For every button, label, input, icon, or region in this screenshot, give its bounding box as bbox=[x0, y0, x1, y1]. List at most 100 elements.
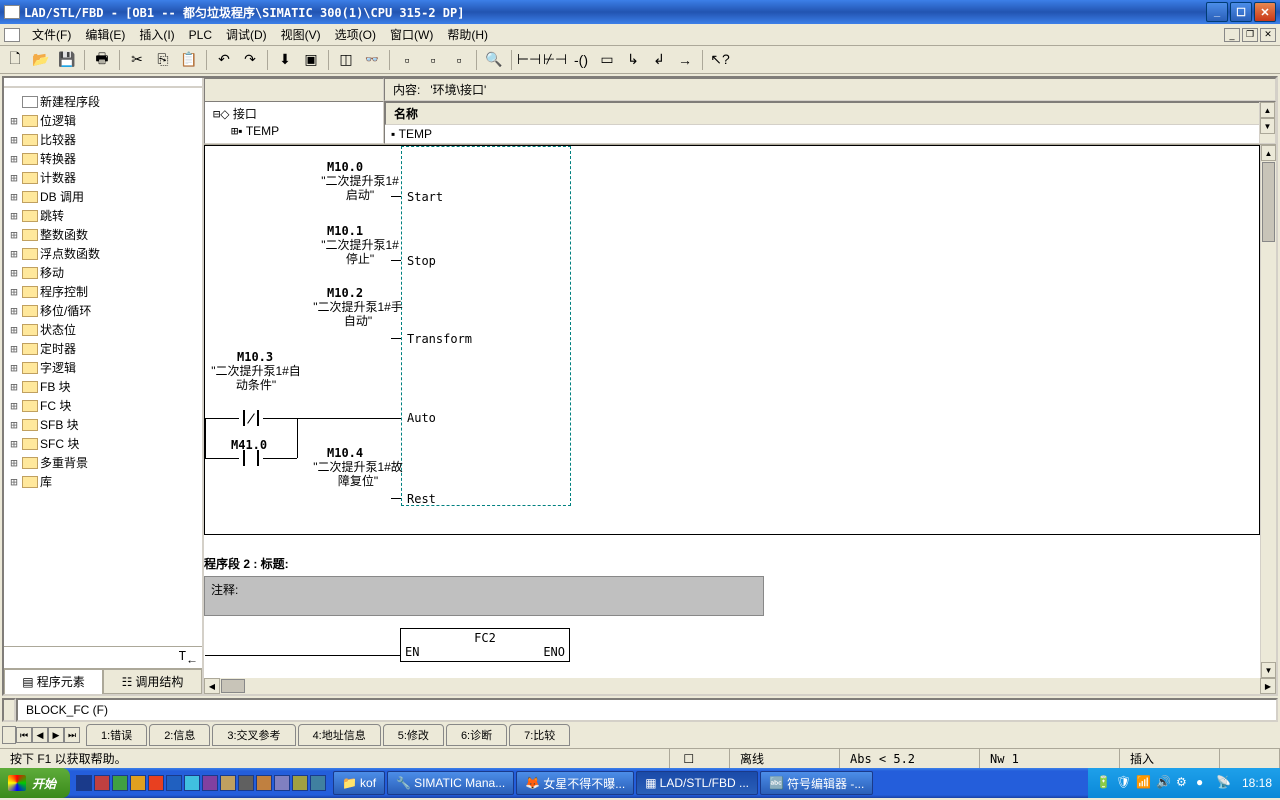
glasses-icon[interactable]: 👓 bbox=[361, 49, 383, 71]
network-button[interactable]: ◫ bbox=[335, 49, 357, 71]
ql-icon-10[interactable] bbox=[238, 775, 254, 791]
tab-prev-icon[interactable]: ◀ bbox=[32, 727, 48, 743]
tree-item[interactable]: ⊞浮点数函数 bbox=[8, 244, 198, 263]
task-simatic[interactable]: 🔧 SIMATIC Mana... bbox=[387, 771, 514, 795]
box-icon[interactable]: ▭ bbox=[596, 49, 618, 71]
scroll-left-icon[interactable]: ◀ bbox=[204, 678, 220, 694]
copy-button[interactable]: ⎘ bbox=[152, 49, 174, 71]
message-tab[interactable]: 1:错误 bbox=[86, 724, 147, 746]
tree-item[interactable]: ⊞FB 块 bbox=[8, 377, 198, 396]
scroll-up-icon[interactable]: ▲ bbox=[1260, 102, 1275, 118]
tree-item[interactable]: ⊞比较器 bbox=[8, 130, 198, 149]
tree-item[interactable]: ⊞整数函数 bbox=[8, 225, 198, 244]
contact-open-icon[interactable]: ⊢⊣ bbox=[518, 49, 540, 71]
download-button[interactable]: ⬇ bbox=[274, 49, 296, 71]
ql-icon-13[interactable] bbox=[292, 775, 308, 791]
start-button[interactable]: 开始 bbox=[0, 768, 70, 798]
menu-debug[interactable]: 调试(D) bbox=[220, 24, 273, 45]
menu-view[interactable]: 视图(V) bbox=[275, 24, 327, 45]
tree-item[interactable]: ⊞程序控制 bbox=[8, 282, 198, 301]
menu-file[interactable]: 文件(F) bbox=[26, 24, 77, 45]
ladder-editor[interactable]: M10.0 "二次提升泵1#启动" Start M10.1 "二次提升泵1#停止… bbox=[204, 145, 1276, 678]
message-tab[interactable]: 5:修改 bbox=[383, 724, 444, 746]
tree-item[interactable]: ⊞转换器 bbox=[8, 149, 198, 168]
scrollbar-vertical[interactable]: ▲ ▼ bbox=[1259, 102, 1275, 143]
editor-scrollbar-horizontal[interactable]: ◀ ▶ bbox=[204, 678, 1276, 694]
open-button[interactable]: 📂 bbox=[30, 49, 52, 71]
tree-new-segment[interactable]: 新建程序段 bbox=[8, 92, 198, 111]
tree-item[interactable]: ⊞SFB 块 bbox=[8, 415, 198, 434]
segment-2-comment[interactable]: 注释: bbox=[204, 576, 764, 616]
ql-icon-7[interactable] bbox=[184, 775, 200, 791]
tree-item[interactable]: ⊞SFC 块 bbox=[8, 434, 198, 453]
message-tab[interactable]: 6:诊断 bbox=[446, 724, 507, 746]
contact-open[interactable] bbox=[239, 450, 263, 466]
ql-icon-9[interactable] bbox=[220, 775, 236, 791]
tree-item[interactable]: ⊞DB 调用 bbox=[8, 187, 198, 206]
program-elements-tree[interactable]: 新建程序段 ⊞位逻辑⊞比较器⊞转换器⊞计数器⊞DB 调用⊞跳转⊞整数函数⊞浮点数… bbox=[4, 88, 202, 646]
message-tab[interactable]: 3:交叉参考 bbox=[212, 724, 295, 746]
minimize-button[interactable]: _ bbox=[1206, 2, 1228, 22]
task-firefox[interactable]: 🦊 女星不得不曝... bbox=[516, 771, 634, 795]
menu-help[interactable]: 帮助(H) bbox=[441, 24, 494, 45]
block2-button[interactable]: ▫ bbox=[422, 49, 444, 71]
ql-icon-5[interactable] bbox=[148, 775, 164, 791]
message-tab[interactable]: 7:比较 bbox=[509, 724, 570, 746]
editor-scrollbar-vertical[interactable]: ▲ ▼ bbox=[1260, 145, 1276, 678]
tab-first-icon[interactable]: ⏮ bbox=[16, 727, 32, 743]
undo-button[interactable]: ↶ bbox=[213, 49, 235, 71]
menu-insert[interactable]: 插入(I) bbox=[133, 24, 180, 45]
save-button[interactable]: 💾 bbox=[56, 49, 78, 71]
ql-icon-8[interactable] bbox=[202, 775, 218, 791]
maximize-button[interactable]: ☐ bbox=[1230, 2, 1252, 22]
close-button[interactable]: ✕ bbox=[1254, 2, 1276, 22]
tree-item[interactable]: ⊞跳转 bbox=[8, 206, 198, 225]
tree-item[interactable]: ⊞位逻辑 bbox=[8, 111, 198, 130]
scroll-down-icon[interactable]: ▼ bbox=[1261, 662, 1276, 678]
scroll-up-icon[interactable]: ▲ bbox=[1261, 145, 1276, 161]
block3-button[interactable]: ▫ bbox=[448, 49, 470, 71]
ql-icon-4[interactable] bbox=[130, 775, 146, 791]
tray-icon-4[interactable]: 🔊 bbox=[1156, 775, 1172, 791]
mdi-close-button[interactable]: ✕ bbox=[1260, 28, 1276, 42]
tab-next-icon[interactable]: ▶ bbox=[48, 727, 64, 743]
tree-item[interactable]: ⊞FC 块 bbox=[8, 396, 198, 415]
ql-icon-2[interactable] bbox=[94, 775, 110, 791]
block-button[interactable]: ▫ bbox=[396, 49, 418, 71]
connector-icon[interactable]: → bbox=[674, 49, 696, 71]
block-fc-field[interactable]: BLOCK_FC (F) bbox=[16, 698, 1278, 722]
tree-item[interactable]: ⊞定时器 bbox=[8, 339, 198, 358]
redo-button[interactable]: ↷ bbox=[239, 49, 261, 71]
fc2-block[interactable]: FC2 EN ENO bbox=[400, 628, 570, 662]
menu-edit[interactable]: 编辑(E) bbox=[79, 24, 131, 45]
branch-close-icon[interactable]: ↲ bbox=[648, 49, 670, 71]
tree-item[interactable]: ⊞移位/循环 bbox=[8, 301, 198, 320]
ql-icon-11[interactable] bbox=[256, 775, 272, 791]
tray-icon-2[interactable]: 🛡 bbox=[1116, 775, 1132, 791]
tree-item[interactable]: ⊞多重背景 bbox=[8, 453, 198, 472]
task-kof[interactable]: 📁 kof bbox=[333, 771, 385, 795]
paste-button[interactable]: 📋 bbox=[178, 49, 200, 71]
tray-icon-3[interactable]: 📶 bbox=[1136, 775, 1152, 791]
new-button[interactable]: 🗋 bbox=[4, 49, 26, 71]
tray-icon-6[interactable]: ● bbox=[1196, 775, 1212, 791]
clock[interactable]: 18:18 bbox=[1242, 776, 1272, 790]
tree-item[interactable]: ⊞计数器 bbox=[8, 168, 198, 187]
mdi-restore-button[interactable]: ❐ bbox=[1242, 28, 1258, 42]
tree-item[interactable]: ⊞移动 bbox=[8, 263, 198, 282]
help-cursor-icon[interactable]: ↖? bbox=[709, 49, 731, 71]
menu-window[interactable]: 窗口(W) bbox=[384, 24, 439, 45]
ql-icon-1[interactable] bbox=[76, 775, 92, 791]
tray-icon-5[interactable]: ⚙ bbox=[1176, 775, 1192, 791]
tree-item[interactable]: ⊞状态位 bbox=[8, 320, 198, 339]
menu-plc[interactable]: PLC bbox=[183, 26, 218, 44]
task-symbol-editor[interactable]: 🔤 符号编辑器 -... bbox=[760, 771, 873, 795]
interface-root[interactable]: ⊟ ◇ 接口 bbox=[213, 104, 375, 123]
tray-icon-7[interactable]: 📡 bbox=[1216, 775, 1232, 791]
zoom-button[interactable]: 🔍 bbox=[483, 49, 505, 71]
ql-icon-6[interactable] bbox=[166, 775, 182, 791]
interface-temp[interactable]: ⊞ ▪ TEMP bbox=[213, 123, 375, 139]
branch-open-icon[interactable]: ↳ bbox=[622, 49, 644, 71]
cut-button[interactable]: ✂ bbox=[126, 49, 148, 71]
coil-icon[interactable]: -() bbox=[570, 49, 592, 71]
